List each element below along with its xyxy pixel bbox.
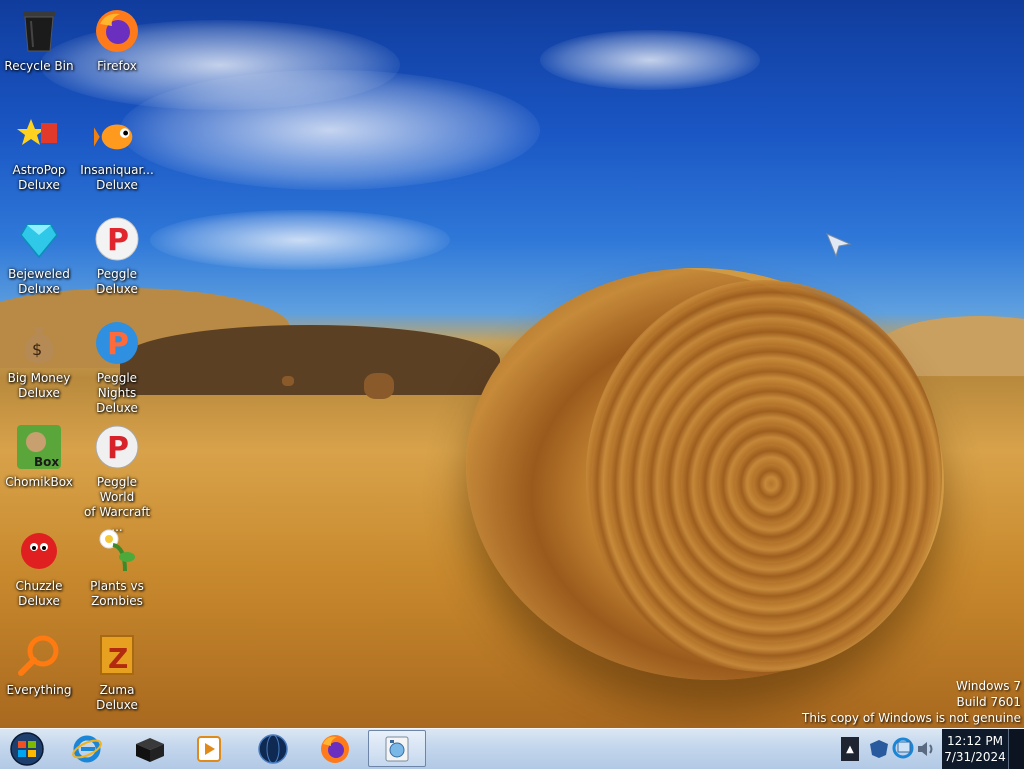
control-panel-icon <box>385 736 409 761</box>
cloud <box>150 210 450 270</box>
svg-text:Box: Box <box>34 455 59 469</box>
taskbar-firefox[interactable] <box>306 730 364 767</box>
start-button[interactable] <box>2 730 52 768</box>
watermark-genuine-notice: This copy of Windows is not genuine <box>802 711 1021 725</box>
black-box-app-icon <box>136 737 164 762</box>
taskbar-black-box-app[interactable] <box>120 730 178 767</box>
distant-hay-bale <box>364 373 394 399</box>
show-hidden-icons-button[interactable]: ▲ <box>841 737 859 761</box>
icon-label: Peggle Deluxe <box>96 267 138 296</box>
watermark-build: Build 7601 <box>956 695 1021 709</box>
clock-date: 7/31/2024 <box>944 750 1006 764</box>
desktop-icon-peggle-nights[interactable]: P Peggle Nights Deluxe <box>78 316 156 416</box>
icon-label: Zuma Deluxe <box>96 683 138 712</box>
desktop-icon-chomikbox[interactable]: Box ChomikBox <box>0 420 78 520</box>
icon-label: Insaniquar... Deluxe <box>80 163 154 192</box>
media-player-icon <box>197 735 221 762</box>
watermark-os: Windows 7 <box>955 679 1021 693</box>
globe-app-icon <box>258 733 288 764</box>
internet-explorer-icon <box>72 735 102 762</box>
icon-label: ChomikBox <box>5 475 73 489</box>
hay-bale-face <box>586 280 942 672</box>
zuma-icon: Z <box>94 632 140 678</box>
desktop-icon-peggle-wow[interactable]: P Peggle World of Warcraft ... <box>78 420 156 534</box>
icon-label: AstroPop Deluxe <box>12 163 66 192</box>
firefox-icon <box>321 734 349 763</box>
chuzzle-icon <box>16 528 62 574</box>
system-tray: ▲ 12:12 PM 7/31/2024 <box>838 729 1024 769</box>
peggle-icon: P <box>94 216 140 262</box>
desktop-icon-plants-vs-zombies[interactable]: Plants vs Zombies <box>78 524 156 624</box>
firefox-icon <box>94 8 140 54</box>
taskbar-globe-app[interactable] <box>244 730 302 767</box>
icon-label: Big Money Deluxe <box>7 371 71 400</box>
tray-network-icon[interactable] <box>892 737 914 763</box>
taskbar: ▲ 12:12 PM 7/31/2024 <box>0 728 1024 769</box>
peggle-nights-icon: P <box>94 320 140 366</box>
chomikbox-icon: Box <box>16 424 62 470</box>
astropop-icon <box>16 112 62 158</box>
icon-label: Recycle Bin <box>4 59 74 73</box>
tray-volume-icon[interactable] <box>916 739 936 763</box>
svg-text:P: P <box>107 327 129 362</box>
svg-text:$: $ <box>32 340 42 359</box>
svg-text:P: P <box>107 223 129 258</box>
mouse-cursor-icon <box>826 232 852 262</box>
icon-label: Everything <box>6 683 72 697</box>
bejeweled-icon <box>16 216 62 262</box>
desktop-icon-recycle-bin[interactable]: Recycle Bin <box>0 4 78 104</box>
peggle-wow-icon: P <box>94 424 140 470</box>
desktop-icon-everything[interactable]: Everything <box>0 628 78 728</box>
svg-text:P: P <box>107 431 129 466</box>
recycle-bin-icon <box>16 8 62 54</box>
show-desktop-button[interactable] <box>1008 729 1024 769</box>
icon-label: Peggle Nights Deluxe <box>96 371 138 415</box>
desktop-icon-big-money[interactable]: $ Big Money Deluxe <box>0 316 78 416</box>
desktop-icon-peggle[interactable]: P Peggle Deluxe <box>78 212 156 312</box>
cloud <box>540 30 760 90</box>
windows-orb-icon <box>10 732 44 766</box>
insaniquarium-icon <box>94 112 140 158</box>
everything-search-icon <box>16 632 62 678</box>
tray-action-center-icon[interactable] <box>868 739 890 763</box>
taskbar-control-panel[interactable] <box>368 730 426 767</box>
desktop-icon-zuma[interactable]: Z Zuma Deluxe <box>78 628 156 728</box>
icon-label: Plants vs Zombies <box>90 579 144 608</box>
desktop-icon-firefox[interactable]: Firefox <box>78 4 156 104</box>
svg-text:Z: Z <box>108 642 128 675</box>
distant-hay-bale <box>282 376 294 386</box>
taskbar-media-player[interactable] <box>180 730 238 767</box>
desktop-icon-insaniquarium[interactable]: Insaniquar... Deluxe <box>78 108 156 208</box>
taskbar-internet-explorer[interactable] <box>58 730 116 767</box>
clock[interactable]: 12:12 PM 7/31/2024 <box>942 729 1008 769</box>
icon-label: Chuzzle Deluxe <box>15 579 63 608</box>
windows-watermark: Windows 7 Build 7601 This copy of Window… <box>802 678 1021 726</box>
icon-label: Firefox <box>97 59 137 73</box>
desktop[interactable]: Recycle Bin Firefox AstroPop Deluxe Insa… <box>0 0 1024 728</box>
desktop-icon-astropop[interactable]: AstroPop Deluxe <box>0 108 78 208</box>
desktop-icon-chuzzle[interactable]: Chuzzle Deluxe <box>0 524 78 624</box>
desktop-icon-bejeweled[interactable]: Bejeweled Deluxe <box>0 212 78 312</box>
plants-vs-zombies-icon <box>94 528 140 574</box>
clock-time: 12:12 PM <box>947 734 1003 748</box>
icon-label: Bejeweled Deluxe <box>8 267 70 296</box>
big-money-icon: $ <box>16 320 62 366</box>
hill <box>120 325 500 395</box>
